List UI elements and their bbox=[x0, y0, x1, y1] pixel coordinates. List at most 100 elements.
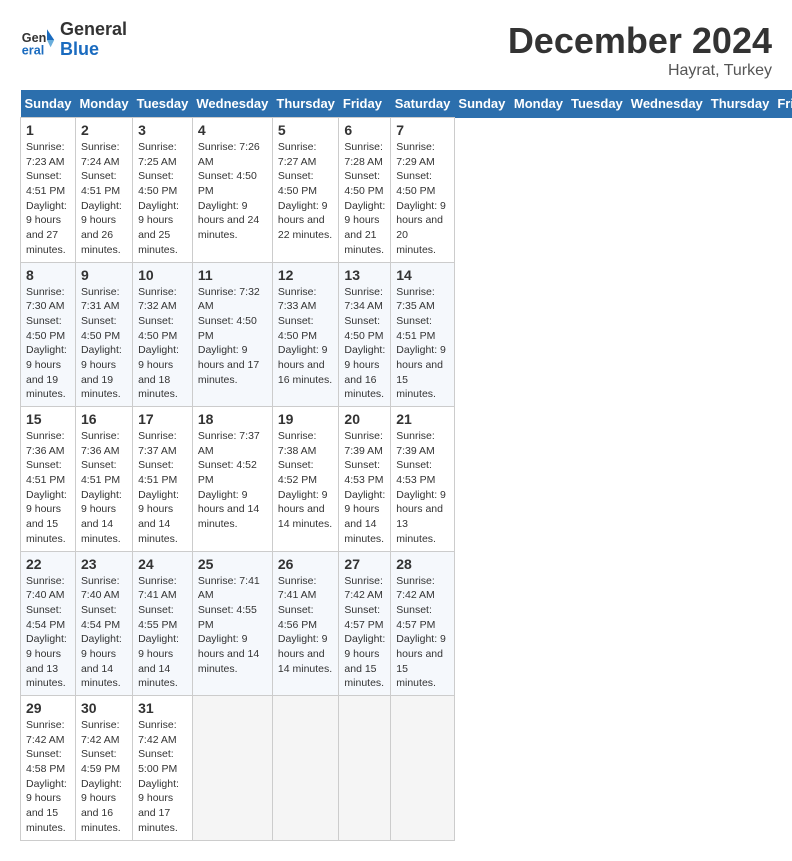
day-number: 9 bbox=[81, 267, 127, 283]
day-number: 8 bbox=[26, 267, 70, 283]
day-number: 15 bbox=[26, 411, 70, 427]
day-number: 29 bbox=[26, 700, 70, 716]
day-info: Sunrise: 7:42 AM Sunset: 4:57 PM Dayligh… bbox=[396, 574, 449, 692]
calendar-cell: 31 Sunrise: 7:42 AM Sunset: 5:00 PM Dayl… bbox=[133, 696, 193, 841]
calendar-cell bbox=[272, 696, 339, 841]
calendar-cell: 23 Sunrise: 7:40 AM Sunset: 4:54 PM Dayl… bbox=[75, 551, 132, 696]
day-number: 11 bbox=[198, 267, 267, 283]
day-info: Sunrise: 7:28 AM Sunset: 4:50 PM Dayligh… bbox=[344, 140, 385, 258]
calendar-cell: 11 Sunrise: 7:32 AM Sunset: 4:50 PM Dayl… bbox=[192, 262, 272, 407]
day-info: Sunrise: 7:26 AM Sunset: 4:50 PM Dayligh… bbox=[198, 140, 267, 243]
day-number: 17 bbox=[138, 411, 187, 427]
calendar-cell: 10 Sunrise: 7:32 AM Sunset: 4:50 PM Dayl… bbox=[133, 262, 193, 407]
calendar-cell: 25 Sunrise: 7:41 AM Sunset: 4:55 PM Dayl… bbox=[192, 551, 272, 696]
day-info: Sunrise: 7:34 AM Sunset: 4:50 PM Dayligh… bbox=[344, 285, 385, 403]
calendar-cell: 22 Sunrise: 7:40 AM Sunset: 4:54 PM Dayl… bbox=[21, 551, 76, 696]
day-info: Sunrise: 7:39 AM Sunset: 4:53 PM Dayligh… bbox=[396, 429, 449, 547]
day-number: 20 bbox=[344, 411, 385, 427]
day-info: Sunrise: 7:36 AM Sunset: 4:51 PM Dayligh… bbox=[26, 429, 70, 547]
logo-line1: General bbox=[60, 20, 127, 40]
logo: Gen eral General Blue bbox=[20, 20, 127, 60]
calendar-cell: 8 Sunrise: 7:30 AM Sunset: 4:50 PM Dayli… bbox=[21, 262, 76, 407]
col-header-friday: Friday bbox=[339, 90, 391, 118]
day-number: 6 bbox=[344, 122, 385, 138]
day-number: 19 bbox=[278, 411, 334, 427]
month-year-title: December 2024 bbox=[508, 20, 772, 62]
calendar-cell bbox=[391, 696, 455, 841]
day-info: Sunrise: 7:41 AM Sunset: 4:56 PM Dayligh… bbox=[278, 574, 334, 677]
svg-text:eral: eral bbox=[22, 43, 44, 57]
day-number: 10 bbox=[138, 267, 187, 283]
col-header-wednesday: Wednesday bbox=[627, 90, 707, 118]
calendar-cell: 17 Sunrise: 7:37 AM Sunset: 4:51 PM Dayl… bbox=[133, 407, 193, 552]
day-info: Sunrise: 7:23 AM Sunset: 4:51 PM Dayligh… bbox=[26, 140, 70, 258]
day-info: Sunrise: 7:27 AM Sunset: 4:50 PM Dayligh… bbox=[278, 140, 334, 243]
day-number: 12 bbox=[278, 267, 334, 283]
day-number: 7 bbox=[396, 122, 449, 138]
day-info: Sunrise: 7:32 AM Sunset: 4:50 PM Dayligh… bbox=[138, 285, 187, 403]
logo-line2: Blue bbox=[60, 40, 127, 60]
col-header-tuesday: Tuesday bbox=[133, 90, 193, 118]
calendar-row-3: 22 Sunrise: 7:40 AM Sunset: 4:54 PM Dayl… bbox=[21, 551, 792, 696]
day-info: Sunrise: 7:37 AM Sunset: 4:51 PM Dayligh… bbox=[138, 429, 187, 547]
calendar-table: SundayMondayTuesdayWednesdayThursdayFrid… bbox=[20, 90, 792, 841]
calendar-row-0: 1 Sunrise: 7:23 AM Sunset: 4:51 PM Dayli… bbox=[21, 118, 792, 263]
calendar-cell: 4 Sunrise: 7:26 AM Sunset: 4:50 PM Dayli… bbox=[192, 118, 272, 263]
day-number: 27 bbox=[344, 556, 385, 572]
col-header-saturday: Saturday bbox=[391, 90, 455, 118]
day-info: Sunrise: 7:37 AM Sunset: 4:52 PM Dayligh… bbox=[198, 429, 267, 532]
page-header: Gen eral General Blue December 2024 Hayr… bbox=[20, 20, 772, 80]
day-number: 28 bbox=[396, 556, 449, 572]
day-info: Sunrise: 7:42 AM Sunset: 4:59 PM Dayligh… bbox=[81, 718, 127, 836]
day-info: Sunrise: 7:39 AM Sunset: 4:53 PM Dayligh… bbox=[344, 429, 385, 547]
day-info: Sunrise: 7:42 AM Sunset: 4:58 PM Dayligh… bbox=[26, 718, 70, 836]
calendar-cell: 18 Sunrise: 7:37 AM Sunset: 4:52 PM Dayl… bbox=[192, 407, 272, 552]
day-info: Sunrise: 7:35 AM Sunset: 4:51 PM Dayligh… bbox=[396, 285, 449, 403]
calendar-row-2: 15 Sunrise: 7:36 AM Sunset: 4:51 PM Dayl… bbox=[21, 407, 792, 552]
calendar-cell: 14 Sunrise: 7:35 AM Sunset: 4:51 PM Dayl… bbox=[391, 262, 455, 407]
day-info: Sunrise: 7:41 AM Sunset: 4:55 PM Dayligh… bbox=[138, 574, 187, 692]
day-number: 24 bbox=[138, 556, 187, 572]
day-number: 31 bbox=[138, 700, 187, 716]
day-number: 1 bbox=[26, 122, 70, 138]
calendar-cell: 19 Sunrise: 7:38 AM Sunset: 4:52 PM Dayl… bbox=[272, 407, 339, 552]
day-info: Sunrise: 7:40 AM Sunset: 4:54 PM Dayligh… bbox=[81, 574, 127, 692]
calendar-cell bbox=[192, 696, 272, 841]
col-header-tuesday: Tuesday bbox=[567, 90, 627, 118]
day-number: 18 bbox=[198, 411, 267, 427]
col-header-monday: Monday bbox=[510, 90, 567, 118]
day-info: Sunrise: 7:42 AM Sunset: 5:00 PM Dayligh… bbox=[138, 718, 187, 836]
day-number: 5 bbox=[278, 122, 334, 138]
col-header-sunday: Sunday bbox=[454, 90, 509, 118]
day-info: Sunrise: 7:38 AM Sunset: 4:52 PM Dayligh… bbox=[278, 429, 334, 532]
day-info: Sunrise: 7:36 AM Sunset: 4:51 PM Dayligh… bbox=[81, 429, 127, 547]
day-number: 16 bbox=[81, 411, 127, 427]
calendar-cell: 3 Sunrise: 7:25 AM Sunset: 4:50 PM Dayli… bbox=[133, 118, 193, 263]
day-number: 4 bbox=[198, 122, 267, 138]
title-block: December 2024 Hayrat, Turkey bbox=[508, 20, 772, 80]
day-number: 14 bbox=[396, 267, 449, 283]
calendar-cell: 24 Sunrise: 7:41 AM Sunset: 4:55 PM Dayl… bbox=[133, 551, 193, 696]
calendar-cell: 1 Sunrise: 7:23 AM Sunset: 4:51 PM Dayli… bbox=[21, 118, 76, 263]
day-info: Sunrise: 7:42 AM Sunset: 4:57 PM Dayligh… bbox=[344, 574, 385, 692]
day-info: Sunrise: 7:33 AM Sunset: 4:50 PM Dayligh… bbox=[278, 285, 334, 388]
calendar-cell: 27 Sunrise: 7:42 AM Sunset: 4:57 PM Dayl… bbox=[339, 551, 391, 696]
day-info: Sunrise: 7:31 AM Sunset: 4:50 PM Dayligh… bbox=[81, 285, 127, 403]
calendar-cell: 9 Sunrise: 7:31 AM Sunset: 4:50 PM Dayli… bbox=[75, 262, 132, 407]
col-header-friday: Friday bbox=[773, 90, 792, 118]
day-number: 2 bbox=[81, 122, 127, 138]
col-header-thursday: Thursday bbox=[707, 90, 774, 118]
day-info: Sunrise: 7:25 AM Sunset: 4:50 PM Dayligh… bbox=[138, 140, 187, 258]
calendar-cell: 26 Sunrise: 7:41 AM Sunset: 4:56 PM Dayl… bbox=[272, 551, 339, 696]
day-number: 13 bbox=[344, 267, 385, 283]
calendar-cell: 30 Sunrise: 7:42 AM Sunset: 4:59 PM Dayl… bbox=[75, 696, 132, 841]
col-header-monday: Monday bbox=[75, 90, 132, 118]
calendar-cell: 28 Sunrise: 7:42 AM Sunset: 4:57 PM Dayl… bbox=[391, 551, 455, 696]
day-number: 26 bbox=[278, 556, 334, 572]
calendar-cell: 20 Sunrise: 7:39 AM Sunset: 4:53 PM Dayl… bbox=[339, 407, 391, 552]
calendar-cell: 15 Sunrise: 7:36 AM Sunset: 4:51 PM Dayl… bbox=[21, 407, 76, 552]
calendar-cell: 12 Sunrise: 7:33 AM Sunset: 4:50 PM Dayl… bbox=[272, 262, 339, 407]
day-info: Sunrise: 7:30 AM Sunset: 4:50 PM Dayligh… bbox=[26, 285, 70, 403]
day-info: Sunrise: 7:24 AM Sunset: 4:51 PM Dayligh… bbox=[81, 140, 127, 258]
day-number: 3 bbox=[138, 122, 187, 138]
